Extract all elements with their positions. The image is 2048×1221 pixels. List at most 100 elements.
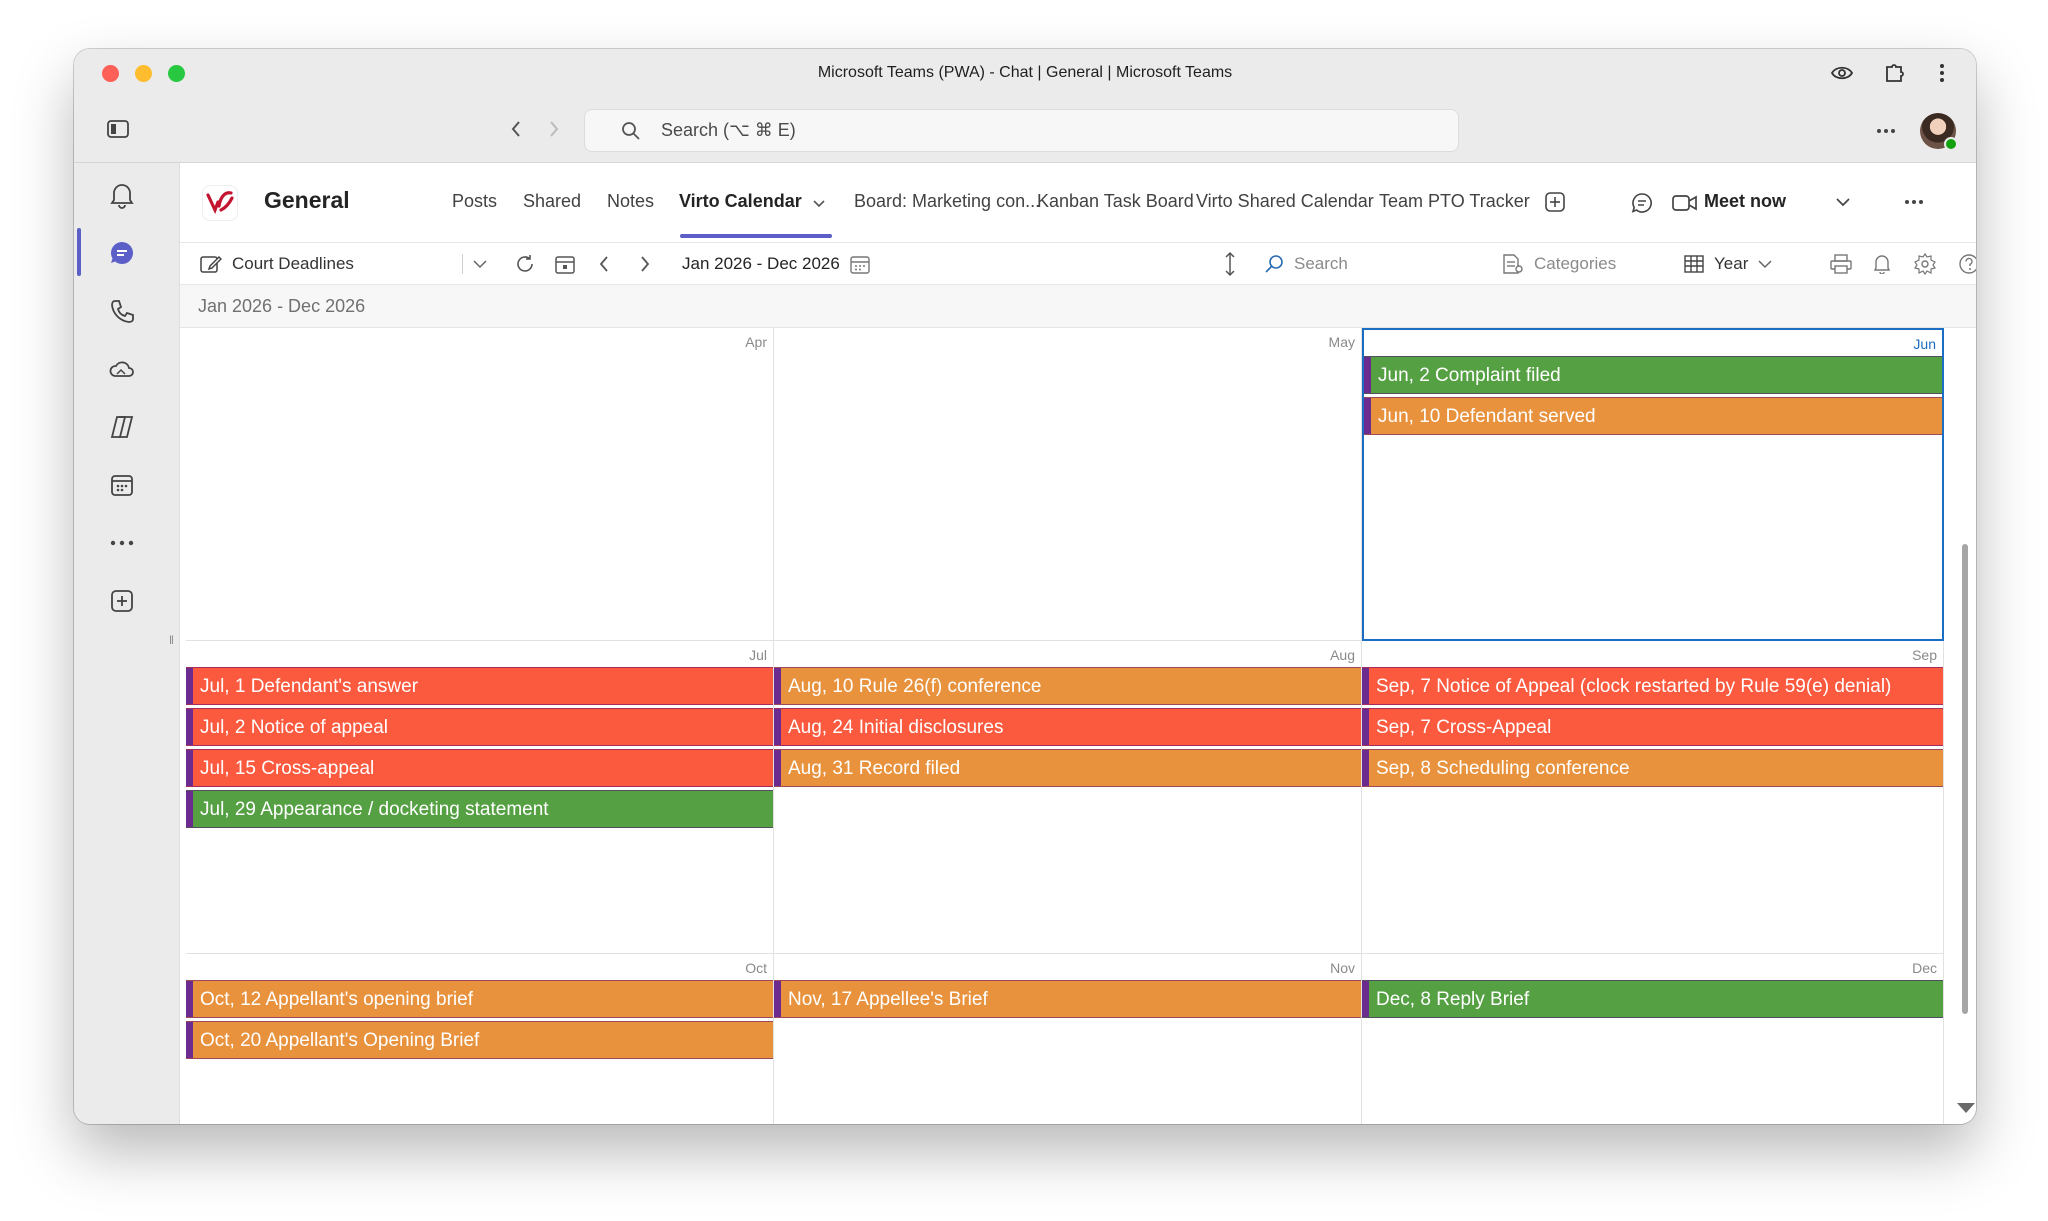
eye-icon[interactable] (1830, 61, 1854, 85)
tab-virto-shared-calendar[interactable]: Virto Shared Calendar (1196, 191, 1374, 212)
tab-kanban-task-board[interactable]: Kanban Task Board (1037, 191, 1194, 212)
add-app-icon[interactable] (102, 581, 142, 621)
conversation-icon[interactable] (1630, 191, 1654, 215)
date-range-text: Jan 2026 - Dec 2026 (682, 254, 840, 273)
month-cell-jun[interactable]: Jun Jun, 2 Complaint filed Jun, 10 Defenda… (1362, 328, 1944, 641)
team-logo (202, 185, 238, 221)
calendar-event[interactable]: Aug, 10 Rule 26(f) conference (774, 667, 1361, 705)
chevron-down-icon[interactable] (813, 192, 825, 213)
period-subheader: Jan 2026 - Dec 2026 (180, 285, 1976, 328)
tab-notes[interactable]: Notes (607, 191, 654, 212)
global-search-input[interactable]: Search (⌥ ⌘ E) (584, 109, 1459, 152)
month-label: Nov (1330, 960, 1355, 976)
calendar-event[interactable]: Oct, 20 Appellant's Opening Brief (186, 1021, 773, 1059)
calendar-icon[interactable] (102, 465, 142, 505)
calendar-event[interactable]: Aug, 31 Record filed (774, 749, 1361, 787)
expand-vertical-icon[interactable] (1224, 243, 1236, 285)
calendar-search-input[interactable]: Search (1264, 243, 1348, 285)
title-bar: Microsoft Teams (PWA) - Chat | General |… (74, 49, 1976, 163)
channel-more-icon[interactable] (1902, 193, 1926, 211)
app-window: Microsoft Teams (PWA) - Chat | General |… (74, 49, 1976, 1124)
calendar-event[interactable]: Sep, 7 Notice of Appeal (clock restarted… (1362, 667, 1943, 705)
month-label: Oct (745, 960, 767, 976)
calendar-event[interactable]: Sep, 7 Cross-Appeal (1362, 708, 1943, 746)
categories-icon (1502, 254, 1524, 274)
month-cell-aug[interactable]: Aug Aug, 10 Rule 26(f) conference Aug, 24 … (774, 641, 1362, 954)
avatar[interactable] (1920, 113, 1958, 151)
phone-icon[interactable] (102, 291, 142, 331)
channel-name: General (264, 187, 350, 213)
tab-team-pto-tracker[interactable]: Team PTO Tracker (1379, 191, 1530, 212)
date-range-label[interactable]: Jan 2026 - Dec 2026 (682, 243, 870, 285)
month-cell-apr[interactable]: Apr (186, 328, 774, 641)
more-apps-icon[interactable] (102, 523, 142, 563)
settings-gear-icon[interactable] (1914, 243, 1936, 285)
calendar-dropdown-chevron-icon[interactable] (462, 243, 487, 285)
next-period-icon[interactable] (639, 243, 651, 285)
month-cell-oct[interactable]: Oct Oct, 12 Appellant's opening brief Oct,… (186, 954, 774, 1124)
month-cell-nov[interactable]: Nov Nov, 17 Appellee's Brief (774, 954, 1362, 1124)
previous-period-icon[interactable] (598, 243, 610, 285)
categories-label: Categories (1534, 254, 1617, 273)
date-picker-icon[interactable] (850, 254, 870, 274)
rail-active-indicator (77, 228, 81, 276)
calendar-event[interactable]: Sep, 8 Scheduling conference (1362, 749, 1943, 787)
search-icon (1264, 254, 1284, 274)
month-cell-may[interactable]: May (774, 328, 1362, 641)
today-icon[interactable] (555, 243, 575, 285)
bell-icon[interactable] (102, 175, 142, 215)
calendar-selector[interactable]: Court Deadlines (200, 243, 354, 285)
tab-shared[interactable]: Shared (523, 191, 581, 212)
calendar-event[interactable]: Jul, 15 Cross-appeal (186, 749, 773, 787)
browser-menu-icon[interactable] (1934, 61, 1950, 85)
app-rail: ‖ (74, 163, 180, 1124)
calendar-event[interactable]: Jun, 10 Defendant served (1364, 397, 1942, 435)
view-selector[interactable]: Year (1684, 243, 1772, 285)
month-label: Sep (1912, 647, 1937, 663)
categories-filter[interactable]: Categories (1502, 243, 1616, 285)
meet-now-button[interactable]: Meet now (1704, 191, 1786, 212)
search-icon (621, 121, 641, 141)
calendar-event[interactable]: Jul, 2 Notice of appeal (186, 708, 773, 746)
sidebar-toggle-icon[interactable] (106, 117, 130, 141)
help-icon[interactable] (1958, 243, 1976, 285)
calendar-event[interactable]: Oct, 12 Appellant's opening brief (186, 980, 773, 1018)
channel-header: General Posts Shared Notes Virto Calenda… (180, 163, 1976, 243)
edit-calendar-icon (200, 254, 222, 274)
calendar-event[interactable]: Jul, 29 Appearance / docketing statement (186, 790, 773, 828)
calendar-event[interactable]: Aug, 24 Initial disclosures (774, 708, 1361, 746)
notification-bell-icon[interactable] (1873, 243, 1891, 285)
calendar-event[interactable]: Nov, 17 Appellee's Brief (774, 980, 1361, 1018)
active-tab-indicator (680, 234, 832, 238)
extensions-icon[interactable] (1882, 60, 1906, 84)
video-camera-icon[interactable] (1672, 191, 1698, 215)
calendar-event[interactable]: Dec, 8 Reply Brief (1362, 980, 1943, 1018)
onedrive-icon[interactable] (102, 349, 142, 389)
month-cell-jul[interactable]: Jul Jul, 1 Defendant's answer Jul, 2 Notic… (186, 641, 774, 954)
month-cell-sep[interactable]: Sep Sep, 7 Notice of Appeal (clock restar… (1362, 641, 1944, 954)
view-label: Year (1714, 254, 1749, 273)
chat-icon[interactable] (102, 233, 142, 273)
tab-virto-calendar[interactable]: Virto Calendar (679, 191, 825, 213)
calendar-toolbar: Court Deadlines Jan 2026 - Dec 2026 Sear… (180, 243, 1976, 285)
refresh-icon[interactable] (514, 243, 536, 285)
meet-chevron-down-icon[interactable] (1834, 193, 1852, 211)
rail-resize-handle[interactable]: ‖ (169, 633, 174, 647)
calendar-event[interactable]: Jul, 1 Defendant's answer (186, 667, 773, 705)
month-label: Aug (1330, 647, 1355, 663)
scrollbar-thumb[interactable] (1962, 544, 1968, 1014)
scroll-down-arrow-icon[interactable] (1957, 1103, 1975, 1113)
copilot-icon[interactable] (102, 407, 142, 447)
search-label: Search (1294, 254, 1348, 273)
tab-posts[interactable]: Posts (452, 191, 497, 212)
print-icon[interactable] (1830, 243, 1852, 285)
month-cell-dec[interactable]: Dec Dec, 8 Reply Brief (1362, 954, 1944, 1124)
forward-arrow-icon[interactable] (542, 117, 566, 141)
back-arrow-icon[interactable] (504, 117, 528, 141)
grid-view-icon (1684, 255, 1704, 273)
presence-available-icon (1944, 137, 1958, 151)
add-tab-icon[interactable] (1544, 191, 1566, 213)
tab-board-marketing[interactable]: Board: Marketing con... (854, 191, 1040, 212)
calendar-event[interactable]: Jun, 2 Complaint filed (1364, 356, 1942, 394)
more-options-icon[interactable] (1874, 119, 1898, 143)
